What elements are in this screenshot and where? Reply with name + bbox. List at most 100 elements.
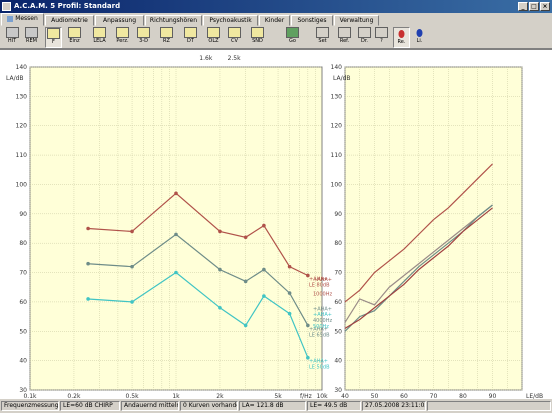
left-y-tick-label: 90 (19, 211, 27, 218)
hit-button[interactable]: HIT (3, 27, 21, 48)
tab-anpassung[interactable]: Anpassung (95, 15, 144, 26)
set-button[interactable]: Set (314, 27, 331, 48)
3d-button[interactable]: 3-D (135, 27, 152, 48)
rem-button[interactable]: REM (23, 27, 40, 48)
right-y-tick-label: 140 (331, 64, 343, 71)
left-series-point (243, 323, 248, 328)
ref-button[interactable]: Ref. (336, 27, 353, 48)
left-series-point (262, 294, 266, 298)
right-y-axis-label: LA/dB (333, 75, 351, 82)
window-title: A.C.A.M. 5 Profil: Standard (14, 2, 121, 10)
olz-icon (207, 27, 220, 38)
tab-kinder[interactable]: Kinder (259, 15, 290, 26)
tab-sonstiges[interactable]: Sonstiges (291, 15, 333, 26)
cv-icon (228, 27, 241, 38)
right-y-tick-label: 90 (334, 211, 342, 218)
help-label: ? (380, 38, 383, 44)
left-y-tick-label: 40 (19, 358, 27, 365)
olz-button[interactable]: OLZ (205, 27, 222, 48)
single-icon (68, 27, 81, 38)
status-la: LA= 121.8 dB (239, 401, 306, 411)
perz-label: Perz. (116, 38, 129, 44)
left-series-point (262, 223, 266, 228)
left-series-point (86, 297, 90, 301)
right-y-tick-label: 100 (331, 181, 343, 188)
left-ear-label: Li. (416, 38, 423, 44)
left-y-tick-label: 140 (16, 64, 28, 71)
right-y-tick-label: 130 (331, 93, 343, 100)
status-datetime: 27.05.2008 23:11:05 (362, 401, 426, 411)
left-y-tick-label: 100 (16, 181, 28, 188)
close-button[interactable]: × (540, 2, 550, 11)
right-ear-label: Re. (397, 39, 406, 45)
frequency-curve-icon (47, 28, 60, 39)
left-series-point (287, 264, 292, 269)
cv-button[interactable]: CV (226, 27, 243, 48)
left-series-point (243, 279, 248, 284)
right-ear-button[interactable]: Re. (393, 27, 410, 48)
print-button[interactable]: Dr. (356, 27, 373, 48)
go-button[interactable]: Go (284, 27, 301, 48)
left-series-point (130, 264, 134, 269)
f-button[interactable]: F (45, 27, 62, 48)
perz-icon (116, 27, 129, 38)
left-series-point (287, 291, 292, 295)
lela-button[interactable]: LELA (91, 27, 108, 48)
series-label: LE 50dB (309, 365, 330, 371)
left-y-tick-label: 130 (16, 93, 28, 100)
snd-button[interactable]: SND (249, 27, 266, 48)
rz-button[interactable]: RZ (158, 27, 175, 48)
left-series-point (174, 270, 178, 275)
go-label: Go (289, 38, 296, 44)
right-y-tick-label: 50 (334, 328, 342, 335)
left-series-point (287, 311, 292, 316)
left-y-tick-label: 80 (19, 240, 27, 247)
maximize-button[interactable]: □ (529, 2, 539, 11)
print-label: Dr. (360, 38, 369, 44)
right-ear-icon (395, 28, 408, 39)
series-annotation: 1000Hz (313, 292, 332, 298)
left-series-point (130, 229, 134, 234)
3d-label: 3-D (139, 38, 148, 44)
help-button[interactable]: ? (374, 27, 389, 48)
series-annotation: +AHA+ (313, 312, 332, 318)
tab-psychoakustik[interactable]: Psychoakustik (203, 15, 258, 26)
right-y-tick-label: 60 (334, 299, 342, 306)
tab-messen[interactable]: Messen (1, 13, 44, 26)
dt-label: DT (187, 38, 194, 44)
olz-label: OLZ (208, 38, 219, 44)
dt-icon (184, 27, 197, 38)
rz-icon (160, 27, 173, 38)
minimize-button[interactable]: _ (518, 2, 528, 11)
left-y-tick-label: 70 (19, 270, 27, 277)
tab-audiometrie[interactable]: Audiometrie (45, 15, 94, 26)
printer-icon (358, 27, 371, 38)
lela-icon (93, 27, 106, 38)
status-averaging: Andauernd mitteln (121, 401, 179, 411)
left-series-point (174, 191, 178, 196)
right-y-tick-label: 120 (331, 123, 343, 130)
left-series-point (262, 267, 266, 272)
einz-button[interactable]: Einz (66, 27, 83, 48)
left-y-tick-label: 50 (19, 328, 27, 335)
status-bar: Frequenzmessung LE=60 dB CHIRP Andauernd… (0, 399, 552, 413)
tab-verwaltung[interactable]: Verwaltung (334, 15, 379, 26)
hit-icon (5, 27, 19, 38)
left-ear-button[interactable]: Li. (411, 27, 428, 48)
left-series-point (243, 235, 248, 240)
snd-icon (251, 27, 264, 38)
tab-richtungshoeren[interactable]: Richtungshören (145, 15, 202, 26)
tab-bar: Messen Audiometrie Anpassung Richtungshö… (0, 13, 552, 26)
3d-icon (137, 27, 150, 38)
left-series-point (218, 305, 222, 310)
top-x-tick-label: 2.5k (228, 55, 242, 62)
series-label: LE 65dB (309, 332, 330, 338)
status-curves: 0 Kurven vorhanden (180, 401, 238, 411)
dt-button[interactable]: DT (182, 27, 199, 48)
series-annotation: +AHA+ (313, 277, 332, 283)
right-y-tick-label: 40 (334, 358, 342, 365)
perz-button[interactable]: Perz. (114, 27, 131, 48)
tools-icon (316, 27, 329, 38)
left-y-tick-label: 120 (16, 123, 28, 130)
measurement-area: 30 40 50 60 70 80 90 100 110 120 130 140 30 40 50 60 70 8… (0, 49, 552, 400)
